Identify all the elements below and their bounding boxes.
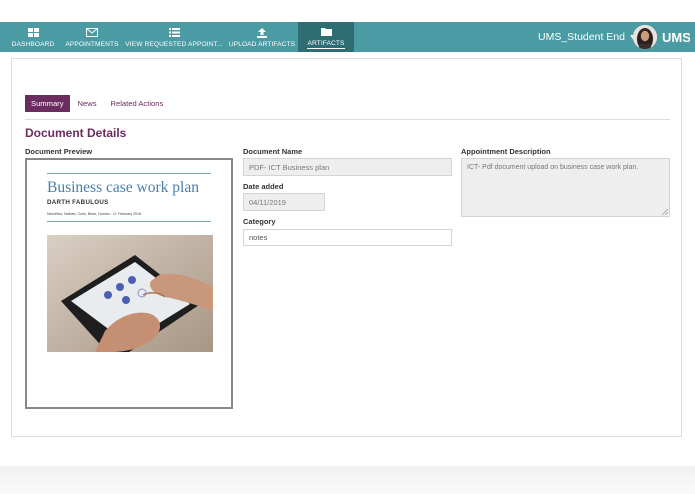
upload-icon (257, 27, 267, 39)
document-details-panel: Summary News Related Actions Document De… (11, 58, 682, 437)
document-preview-label: Document Preview (25, 147, 93, 156)
tabs-divider (25, 119, 670, 120)
appointment-description-label: Appointment Description (461, 147, 551, 156)
appointment-description-textarea[interactable]: ICT- Pdf document upload on business cas… (461, 158, 670, 217)
nav-artifacts-label: ARTIFACTS (307, 39, 345, 49)
doc-title: Business case work plan (47, 179, 199, 196)
folder-icon (320, 26, 332, 38)
nav-appointments[interactable]: APPOINTMENTS (64, 22, 120, 52)
document-name-label: Document Name (243, 147, 303, 156)
avatar[interactable] (633, 25, 657, 49)
logo-text: UMS (662, 30, 690, 45)
doc-authors: Niveditha, Nathan, Colin, Brian, Human -… (47, 212, 142, 216)
doc-rule-bottom (47, 221, 211, 222)
document-name-field[interactable]: PDF- ICT Business plan (243, 158, 452, 176)
tab-bar: Summary News Related Actions (25, 95, 171, 112)
nav-view-requested-label: VIEW REQUESTED APPOINT... (125, 40, 223, 48)
date-added-field[interactable]: 04/11/2019 (243, 193, 325, 211)
document-preview[interactable]: Business case work plan DARTH FABULOUS N… (25, 158, 233, 409)
nav-appointments-label: APPOINTMENTS (65, 40, 119, 48)
envelope-icon (86, 27, 98, 39)
nav-dashboard[interactable]: DASHBOARD (8, 22, 58, 52)
category-label: Category (243, 217, 276, 226)
list-icon (168, 27, 180, 39)
nav-view-requested-appointments[interactable]: VIEW REQUESTED APPOINT... (125, 22, 223, 52)
top-nav-bar: DASHBOARD APPOINTMENTS VIEW REQUESTED AP… (0, 22, 695, 52)
doc-rule-top (47, 173, 211, 174)
page-footer-area (0, 466, 695, 494)
nav-upload-artifacts-label: UPLOAD ARTIFACTS (228, 40, 296, 48)
nav-dashboard-label: DASHBOARD (11, 40, 55, 48)
section-title: Document Details (25, 126, 127, 140)
nav-upload-artifacts[interactable]: UPLOAD ARTIFACTS (228, 22, 296, 52)
user-menu-dropdown[interactable]: UMS_Student End ▼ (538, 22, 636, 52)
date-added-label: Date added (243, 182, 284, 191)
tablet-photo (47, 235, 213, 352)
appointment-description-text: ICT- Pdf document upload on business cas… (467, 164, 639, 171)
tab-news[interactable]: News (72, 95, 103, 112)
category-field[interactable]: notes (243, 229, 452, 246)
ums-logo: UMS (662, 28, 691, 46)
dashboard-icon (27, 27, 39, 39)
resize-handle-icon[interactable] (661, 208, 669, 216)
tab-related-actions[interactable]: Related Actions (105, 95, 170, 112)
doc-subtitle: DARTH FABULOUS (47, 199, 109, 206)
nav-artifacts[interactable]: ARTIFACTS (298, 22, 354, 52)
tab-summary[interactable]: Summary (25, 95, 70, 112)
user-name: UMS_Student End (538, 31, 625, 43)
